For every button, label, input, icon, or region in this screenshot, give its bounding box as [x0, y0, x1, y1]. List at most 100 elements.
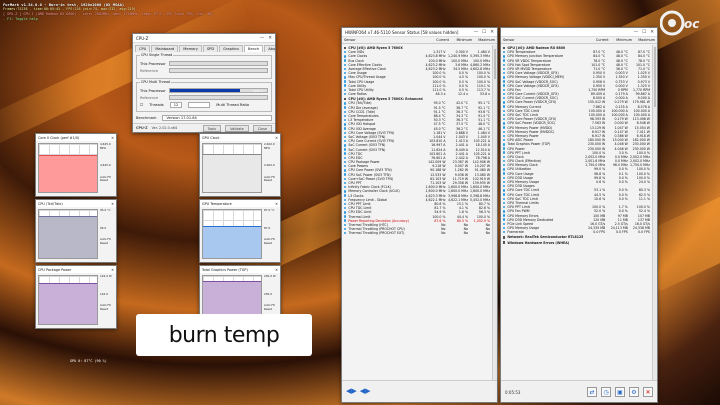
graph-current-value: 230.0: [264, 291, 273, 296]
save-icon[interactable]: ▣: [615, 387, 625, 397]
close-icon[interactable]: ✕: [650, 30, 654, 35]
tab-about[interactable]: About: [264, 45, 275, 52]
close-icon[interactable]: ✕: [268, 36, 272, 41]
graph-window[interactable]: GPU Temperature ✕ 87.0 °C 87.0 Auto Fit Reset: [199, 199, 281, 263]
reset-button[interactable]: Reset: [264, 179, 280, 183]
clock-icon[interactable]: ◷: [601, 387, 611, 397]
sensor-icon: [344, 152, 347, 155]
benchmark-version-select[interactable]: Version 17.01.64: [162, 115, 272, 121]
settings-icon[interactable]: ⚙: [629, 387, 639, 397]
sensor-row[interactable]: Core Ratios 46.3 x 12.4 x 53.8 x: [342, 92, 492, 96]
sensor-icon: [344, 169, 347, 172]
sensor-minimum: 12.4 x: [458, 92, 468, 97]
sensor-icon: [344, 232, 347, 235]
col-maximum[interactable]: Maximum: [472, 38, 497, 42]
reset-button[interactable]: Reset: [264, 307, 280, 312]
scrollbar-thumb[interactable]: [494, 49, 496, 79]
col-current[interactable]: Current: [426, 38, 449, 42]
vertical-scrollbar-2[interactable]: [652, 45, 657, 380]
minimize-icon[interactable]: —: [634, 30, 639, 35]
graph-window[interactable]: Core 0 Clock (perf #1/0) ✕ 4,625.0 MHz 4,62…: [35, 133, 117, 197]
sensor-icon: [344, 227, 347, 231]
graph-titlebar[interactable]: Core 0 Clock (perf #1/0) ✕: [36, 134, 116, 141]
tab-cpu[interactable]: CPU: [135, 45, 151, 52]
tab-spd[interactable]: SPD: [202, 45, 219, 52]
sensor-group-header[interactable]: Windows Hardware Errors (WHEA): [501, 241, 652, 245]
graph-window[interactable]: CPU Package Power ✕ 142.0 W 142.0 Auto Fit Re…: [35, 265, 117, 329]
graph-window[interactable]: CPU (Tctl/Tdie) ✕ 95.0 °C 95.0 Auto Fit Reset: [35, 199, 117, 263]
col-maximum[interactable]: Maximum: [632, 38, 657, 42]
sensor-icon: [344, 71, 347, 75]
sensor-icon: [503, 180, 506, 184]
graph-current-value: 87.0: [264, 225, 271, 230]
sensor-maximum: No: [485, 231, 490, 236]
sensor-icon: [503, 55, 506, 58]
hwinfo-sensor-window-1[interactable]: HWiNFO64 v7.46-5110 Sensor Status [58 va…: [341, 27, 498, 403]
close-icon[interactable]: ✕: [275, 202, 278, 206]
sensor-icon: [344, 223, 347, 227]
maximize-icon[interactable]: ☐: [482, 30, 486, 35]
cpuz-window[interactable]: CPU-Z — ✕ CPU Mainboard Memory SPD Graphics Be…: [132, 33, 276, 133]
network-icon[interactable]: ⇄: [587, 387, 597, 397]
col-sensor[interactable]: Sensor: [501, 38, 585, 42]
arrow-right-icon[interactable]: ◀▶: [360, 387, 371, 395]
reset-button[interactable]: Reset: [100, 241, 116, 246]
scrollbar-thumb[interactable]: [654, 47, 656, 107]
close-icon[interactable]: ✕: [111, 202, 114, 206]
col-sensor[interactable]: Sensor: [342, 38, 426, 42]
threads-checkbox[interactable]: ☐: [140, 103, 143, 107]
col-minimum[interactable]: Minimum: [449, 38, 472, 42]
tools-button[interactable]: Tools: [202, 124, 222, 132]
sensor-icon: [344, 181, 347, 185]
arrow-left-icon[interactable]: ◀▶: [346, 387, 357, 395]
sensor-minimum: 0.0 %: [618, 196, 628, 201]
close-icon[interactable]: ✕: [275, 136, 278, 140]
reset-button[interactable]: Reset: [100, 179, 116, 183]
chip-icon: [503, 241, 506, 244]
graph-titlebar[interactable]: CPU Package Power ✕: [36, 266, 116, 273]
multi-thread-label: CPU Multi Thread: [140, 80, 172, 84]
sensor-list-2[interactable]: GPU [#0]: AMD Radeon RX 6800 GPU Temperat…: [501, 45, 652, 380]
sensor-group-header[interactable]: Network: RealTek Semiconductor RTL8125 2…: [501, 235, 652, 239]
threads-select[interactable]: 12: [169, 102, 183, 108]
close-icon[interactable]: ✕: [275, 268, 278, 272]
reset-button[interactable]: Reset: [264, 241, 280, 246]
maximize-icon[interactable]: ☐: [642, 30, 646, 35]
reset-button[interactable]: Reset: [100, 307, 116, 312]
sensor-icon: [503, 159, 506, 163]
sensor-current: 10.6 %: [594, 196, 606, 201]
sensor-icon: [344, 190, 347, 193]
graph-window[interactable]: GPU Clock ✕ 2,002.0 MHz 2,002.0 Auto Fit Rese…: [199, 133, 281, 197]
close-icon[interactable]: ✕: [643, 387, 653, 397]
col-minimum[interactable]: Minimum: [609, 38, 632, 42]
hwinfo-titlebar[interactable]: HWiNFO64 v7.46-5110 Sensor Status [58 va…: [342, 28, 497, 37]
tab-bench[interactable]: Bench: [244, 45, 264, 52]
cpuz-titlebar[interactable]: CPU-Z — ✕: [133, 34, 275, 43]
graph-titlebar[interactable]: GPU Temperature ✕: [200, 200, 280, 207]
col-current[interactable]: Current: [585, 38, 609, 42]
close-icon[interactable]: ✕: [490, 30, 494, 35]
single-this-label: This Processor: [140, 61, 166, 66]
minimize-icon[interactable]: —: [260, 36, 265, 41]
sensor-row[interactable]: Thermal Throttling (PROCHOT EXT) No No No: [342, 231, 492, 235]
sensor-row[interactable]: Framerate 0.0 FPS 0.0 FPS 0.0 FPS: [501, 230, 652, 234]
tab-graphics[interactable]: Graphics: [219, 45, 243, 52]
close-icon[interactable]: ✕: [111, 268, 114, 272]
graph-titlebar[interactable]: Total Graphics Power (TGP) ✕: [200, 266, 280, 273]
hwinfo-titlebar-2[interactable]: — ☐ ✕: [501, 28, 657, 37]
minimize-icon[interactable]: —: [474, 30, 479, 35]
close-button[interactable]: Close: [252, 124, 272, 132]
graph-titlebar[interactable]: CPU (Tctl/Tdie) ✕: [36, 200, 116, 207]
tab-memory[interactable]: Memory: [179, 45, 202, 52]
validate-button[interactable]: Validate: [225, 124, 249, 132]
vertical-scrollbar[interactable]: [492, 45, 497, 380]
graph-titlebar[interactable]: GPU Clock ✕: [200, 134, 280, 141]
sensor-list[interactable]: CPU [#0]: AMD Ryzen 5 7600X Core VIDs 1.31…: [342, 45, 492, 380]
graph-title: GPU Temperature: [202, 201, 232, 206]
hwinfo-sensor-window-2[interactable]: — ☐ ✕ Sensor Current Minimum Maximum GPU […: [500, 27, 658, 403]
tab-mainboard[interactable]: Mainboard: [151, 45, 179, 52]
graph-side-panel: 2,002.0 MHz 2,002.0 Auto Fit Reset: [264, 142, 280, 193]
ratio-field[interactable]: [188, 102, 211, 108]
sensor-icon: [503, 164, 506, 167]
close-icon[interactable]: ✕: [111, 136, 114, 140]
